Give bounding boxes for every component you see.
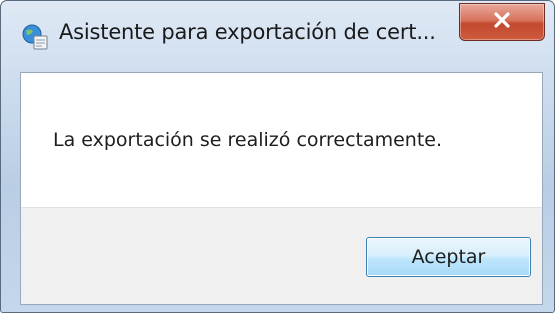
close-button[interactable] bbox=[459, 3, 545, 41]
ok-button[interactable]: Aceptar bbox=[366, 237, 531, 277]
status-message: La exportación se realizó correctamente. bbox=[53, 129, 443, 151]
close-icon bbox=[493, 12, 511, 32]
title-bar[interactable]: Asistente para exportación de cert... bbox=[1, 1, 554, 71]
dialog-window: Asistente para exportación de cert... La… bbox=[0, 0, 555, 313]
dialog-footer: Aceptar bbox=[21, 207, 542, 304]
window-title: Asistente para exportación de cert... bbox=[59, 20, 436, 44]
dialog-content: La exportación se realizó correctamente.… bbox=[20, 72, 543, 305]
certificate-wizard-icon bbox=[21, 23, 49, 51]
